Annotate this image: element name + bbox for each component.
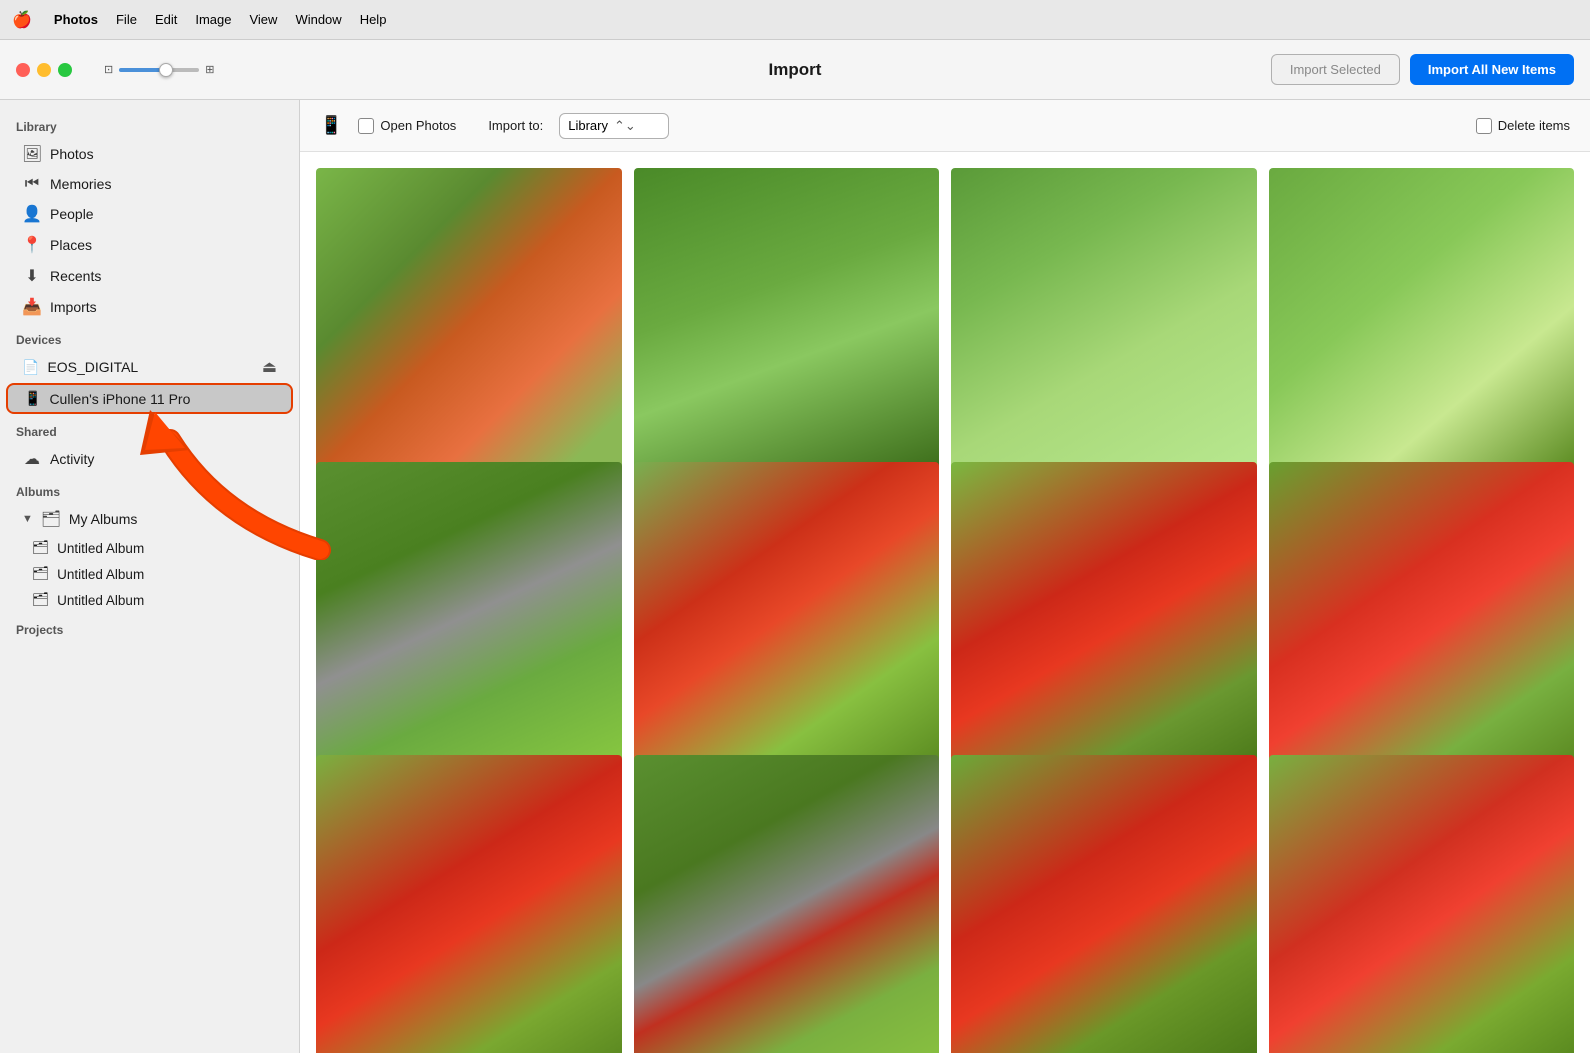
album-item-1-label: Untitled Album (57, 541, 144, 556)
library-section-label: Library (0, 110, 299, 138)
shared-section-label: Shared (0, 415, 299, 443)
album-item-3-label: Untitled Album (57, 593, 144, 608)
import-to-value: Library (568, 118, 608, 133)
sidebar-item-places-label: Places (50, 237, 92, 253)
photo-item-2[interactable] (634, 168, 940, 474)
menu-edit[interactable]: Edit (155, 12, 177, 27)
thumbnail-size-slider[interactable]: ⊡ ⊞ (104, 63, 214, 76)
device-small-icon: 📱 (320, 115, 342, 136)
menu-view[interactable]: View (249, 12, 277, 27)
open-photos-text: Open Photos (380, 118, 456, 133)
menu-file[interactable]: File (116, 12, 137, 27)
sidebar: Library 🖼 Photos ⏮ Memories 👤 People 📍 P… (0, 100, 300, 1053)
menu-window[interactable]: Window (295, 12, 341, 27)
import-all-button[interactable]: Import All New Items (1410, 54, 1574, 85)
thumbnail-small-icon: ⊡ (104, 63, 113, 76)
apple-logo-icon: 🍎 (12, 10, 32, 30)
content-area: 📱 Open Photos Import to: Library ⌃⌄ Dele… (300, 100, 1590, 1053)
sidebar-item-recents[interactable]: ⬇ Recents (6, 261, 293, 291)
main-layout: Library 🖼 Photos ⏮ Memories 👤 People 📍 P… (0, 100, 1590, 1053)
album-folder-icon-3: 🗂 (32, 592, 49, 608)
album-item-2[interactable]: 🗂 Untitled Album (0, 561, 299, 587)
sidebar-item-my-albums-label: My Albums (69, 511, 137, 527)
import-to-label: Import to: (488, 118, 543, 133)
sidebar-item-people-label: People (50, 206, 94, 222)
activity-icon: ☁ (22, 449, 42, 469)
content-toolbar: 📱 Open Photos Import to: Library ⌃⌄ Dele… (300, 100, 1590, 152)
photo-item-8[interactable] (1269, 462, 1575, 768)
toolbar-right: Import Selected Import All New Items (1271, 54, 1574, 85)
open-photos-row: Open Photos (358, 118, 456, 134)
sidebar-item-eos-label: EOS_DIGITAL (47, 359, 138, 375)
sidebar-item-memories-label: Memories (50, 176, 111, 192)
photo-item-11[interactable] (951, 755, 1257, 1053)
devices-section-label: Devices (0, 323, 299, 351)
open-photos-checkbox[interactable] (358, 118, 374, 134)
photo-item-6[interactable] (634, 462, 940, 768)
thumbnail-large-icon: ⊞ (205, 63, 214, 76)
sidebar-item-recents-label: Recents (50, 268, 101, 284)
import-selected-button[interactable]: Import Selected (1271, 54, 1400, 85)
minimize-button[interactable] (37, 63, 51, 77)
photo-item-5[interactable] (316, 462, 622, 768)
photo-item-7[interactable] (951, 462, 1257, 768)
people-icon: 👤 (22, 204, 42, 224)
menu-help[interactable]: Help (360, 12, 387, 27)
sidebar-item-photos-label: Photos (50, 146, 94, 162)
menu-photos[interactable]: Photos (54, 12, 98, 27)
memories-icon: ⏮ (22, 175, 42, 193)
photo-grid (300, 152, 1590, 1053)
delete-items-checkbox[interactable] (1476, 118, 1492, 134)
album-folder-icon-1: 🗂 (32, 540, 49, 556)
photo-item-9[interactable] (316, 755, 622, 1053)
places-icon: 📍 (22, 235, 42, 255)
photo-item-10[interactable] (634, 755, 940, 1053)
sidebar-item-memories[interactable]: ⏮ Memories (6, 170, 293, 198)
recents-icon: ⬇ (22, 266, 42, 286)
sidebar-item-iphone-label: Cullen's iPhone 11 Pro (49, 391, 190, 407)
photo-item-1[interactable] (316, 168, 622, 474)
albums-section-label: Albums (0, 475, 299, 503)
sidebar-item-eos-digital[interactable]: 📄 EOS_DIGITAL ⏏ (6, 352, 293, 382)
sidebar-item-imports[interactable]: 📥 Imports (6, 292, 293, 322)
slider-thumb[interactable] (159, 63, 173, 77)
sidebar-item-places[interactable]: 📍 Places (6, 230, 293, 260)
select-arrows-icon: ⌃⌄ (614, 118, 636, 134)
sidebar-item-imports-label: Imports (50, 299, 97, 315)
slider-track[interactable] (119, 68, 199, 72)
album-item-2-label: Untitled Album (57, 567, 144, 582)
projects-section-label: Projects (0, 613, 299, 641)
sidebar-item-activity-label: Activity (50, 451, 94, 467)
photos-icon: 🖼 (22, 144, 42, 164)
photo-item-3[interactable] (951, 168, 1257, 474)
menu-bar: 🍎 Photos File Edit Image View Window Hel… (0, 0, 1590, 40)
delete-items-row: Delete items (1476, 118, 1570, 134)
album-item-1[interactable]: 🗂 Untitled Album (0, 535, 299, 561)
album-folder-icon-2: 🗂 (32, 566, 49, 582)
toolbar-title: Import (769, 60, 822, 80)
menu-image[interactable]: Image (195, 12, 231, 27)
import-to-select[interactable]: Library ⌃⌄ (559, 113, 669, 139)
eos-digital-icon: 📄 (22, 359, 39, 376)
imports-icon: 📥 (22, 297, 42, 317)
maximize-button[interactable] (58, 63, 72, 77)
photo-item-12[interactable] (1269, 755, 1575, 1053)
sidebar-item-activity[interactable]: ☁ Activity (6, 444, 293, 474)
toolbar-left: ⊡ ⊞ (16, 63, 214, 77)
traffic-lights (16, 63, 72, 77)
sidebar-item-photos[interactable]: 🖼 Photos (6, 139, 293, 169)
photo-item-4[interactable] (1269, 168, 1575, 474)
my-albums-icon: 🗂 (41, 509, 61, 529)
delete-items-text: Delete items (1498, 118, 1570, 133)
sidebar-item-my-albums[interactable]: ▼ 🗂 My Albums (6, 504, 293, 534)
toolbar: ⊡ ⊞ Import Import Selected Import All Ne… (0, 40, 1590, 100)
sidebar-item-iphone[interactable]: 📱 Cullen's iPhone 11 Pro (6, 383, 293, 414)
album-item-3[interactable]: 🗂 Untitled Album (0, 587, 299, 613)
expand-arrow-icon: ▼ (22, 513, 33, 525)
eject-icon[interactable]: ⏏ (262, 357, 277, 377)
sidebar-item-people[interactable]: 👤 People (6, 199, 293, 229)
iphone-icon: 📱 (24, 390, 41, 407)
close-button[interactable] (16, 63, 30, 77)
